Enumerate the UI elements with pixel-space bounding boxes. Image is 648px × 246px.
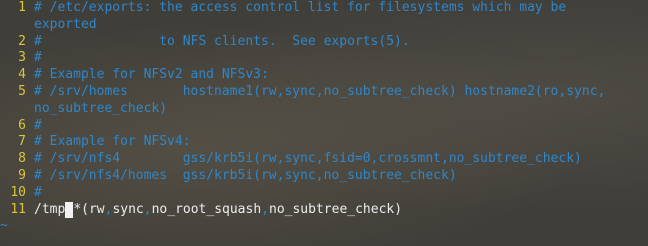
line-text[interactable]: /tmp *(rw,sync,no_root_squash,no_subtree… — [34, 201, 648, 219]
file-line[interactable]: exported — [0, 17, 648, 34]
vim-editor[interactable]: 1 # /etc/exports: the access control list… — [0, 0, 648, 246]
line-text[interactable]: exported — [34, 17, 648, 34]
line-number: 7 — [18, 134, 26, 150]
line-text[interactable]: # — [34, 50, 648, 67]
file-line[interactable]: 2 # to NFS clients. See exports(5). — [0, 34, 648, 51]
line-number — [0, 101, 34, 118]
line-text[interactable]: # /srv/homes hostname1(rw,sync,no_subtre… — [34, 84, 648, 101]
file-lines: 1 # /etc/exports: the access control list… — [0, 0, 648, 202]
line-number: 4 — [18, 67, 26, 83]
line-text[interactable]: no_subtree_check) — [34, 101, 648, 118]
file-line[interactable]: 7 # Example for NFSv4: — [0, 134, 648, 151]
line-number: 5 — [18, 83, 26, 99]
file-line[interactable]: no_subtree_check) — [0, 101, 648, 118]
line-text[interactable]: # — [34, 118, 648, 135]
line-text[interactable]: # Example for NFSv2 and NFSv3: — [34, 67, 648, 84]
line-number: 1 — [18, 0, 26, 15]
line-text[interactable]: # /srv/nfs4 gss/krb5i(rw,sync,fsid=0,cro… — [34, 151, 648, 168]
empty-buffer-line: ~ — [0, 218, 648, 235]
file-line[interactable]: 6 # — [0, 118, 648, 135]
file-line[interactable]: 8 # /srv/nfs4 gss/krb5i(rw,sync,fsid=0,cr… — [0, 151, 648, 168]
line-text[interactable]: # /srv/nfs4/homes gss/krb5i(rw,sync,no_s… — [34, 168, 648, 185]
line-text[interactable]: # /etc/exports: the access control list … — [34, 0, 648, 17]
current-line[interactable]: 11 /tmp *(rw,sync,no_root_squash,no_subt… — [0, 201, 648, 219]
line-number: 8 — [18, 151, 26, 167]
file-line[interactable]: 5 # /srv/homes hostname1(rw,sync,no_subtr… — [0, 84, 648, 101]
line-number: 9 — [18, 167, 26, 183]
file-line[interactable]: 4 # Example for NFSv2 and NFSv3: — [0, 67, 648, 84]
line-text[interactable]: # to NFS clients. See exports(5). — [34, 34, 648, 51]
line-number: 3 — [18, 50, 26, 66]
line-text[interactable]: # Example for NFSv4: — [34, 134, 648, 151]
line-number: 6 — [18, 117, 26, 133]
file-line[interactable]: 10 # — [0, 185, 648, 202]
line-number — [0, 17, 34, 34]
line-number: 11 — [10, 201, 26, 217]
tilde-marker: ~ — [0, 218, 8, 234]
file-line[interactable]: 3 # — [0, 50, 648, 67]
line-number: 2 — [18, 33, 26, 49]
line-text[interactable]: # — [34, 185, 648, 202]
file-line[interactable]: 9 # /srv/nfs4/homes gss/krb5i(rw,sync,no_… — [0, 168, 648, 185]
line-number: 10 — [10, 184, 26, 200]
file-line[interactable]: 1 # /etc/exports: the access control list… — [0, 0, 648, 17]
